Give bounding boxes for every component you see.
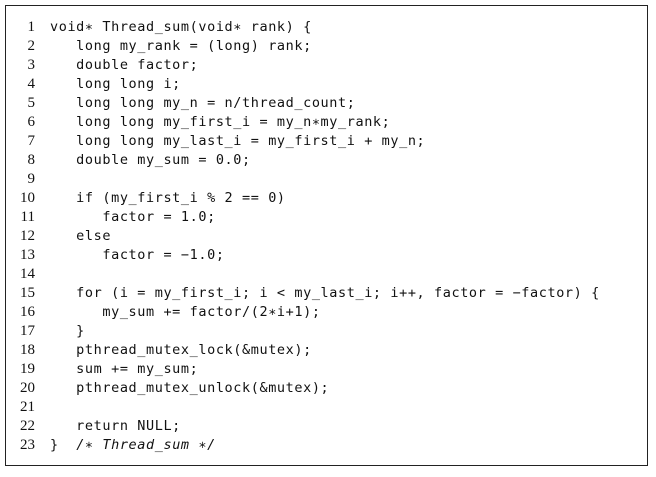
line-number: 8 (27, 152, 36, 168)
line-number: 20 (20, 380, 35, 396)
code-line: 9 (6, 170, 647, 189)
code-text: } /∗ Thread_sum ∗/ (50, 437, 216, 453)
line-number: 9 (27, 171, 36, 187)
line-number: 7 (27, 133, 36, 149)
code-text: factor = −1.0; (50, 247, 225, 263)
line-number: 14 (20, 266, 35, 282)
line-number: 12 (20, 228, 35, 244)
code-text: factor = 1.0; (50, 209, 216, 225)
code-lines: 1 void∗ Thread_sum(void∗ rank) { 2 long m… (6, 18, 647, 455)
code-line: 2 long my_rank = (long) rank; (6, 37, 647, 56)
line-number: 21 (20, 399, 35, 415)
code-text: return NULL; (50, 418, 181, 434)
code-text: long my_rank = (long) rank; (50, 38, 312, 54)
line-number: 15 (20, 285, 35, 301)
line-number: 6 (27, 114, 36, 130)
code-line: 21 (6, 398, 647, 417)
code-line: 8 double my_sum = 0.0; (6, 151, 647, 170)
line-number: 5 (27, 95, 36, 111)
code-listing: 1 void∗ Thread_sum(void∗ rank) { 2 long m… (5, 5, 648, 466)
code-text: sum += my_sum; (50, 361, 199, 377)
code-line: 10 if (my_first_i % 2 == 0) (6, 189, 647, 208)
code-line: 13 factor = −1.0; (6, 246, 647, 265)
code-line: 19 sum += my_sum; (6, 360, 647, 379)
code-text: pthread_mutex_unlock(&mutex); (50, 380, 330, 396)
line-number: 23 (20, 437, 35, 453)
code-line: 5 long long my_n = n/thread_count; (6, 94, 647, 113)
code-line: 17 } (6, 322, 647, 341)
line-number: 4 (27, 76, 36, 92)
code-text: double factor; (50, 57, 199, 73)
line-number: 16 (20, 304, 35, 320)
code-text: double my_sum = 0.0; (50, 152, 251, 168)
code-line: 12 else (6, 227, 647, 246)
code-line: 4 long long i; (6, 75, 647, 94)
code-line: 7 long long my_last_i = my_first_i + my_… (6, 132, 647, 151)
code-text: my_sum += factor/(2∗i+1); (50, 304, 321, 320)
line-number: 19 (20, 361, 35, 377)
line-number: 17 (20, 323, 35, 339)
code-text: void∗ Thread_sum(void∗ rank) { (50, 19, 312, 35)
code-text: else (50, 228, 112, 244)
code-line: 1 void∗ Thread_sum(void∗ rank) { (6, 18, 647, 37)
code-line: 15 for (i = my_first_i; i < my_last_i; i… (6, 284, 647, 303)
code-comment: /∗ Thread_sum ∗/ (76, 437, 216, 453)
code-line: 20 pthread_mutex_unlock(&mutex); (6, 379, 647, 398)
code-text: } (50, 323, 85, 339)
code-text: long long my_first_i = my_n∗my_rank; (50, 114, 391, 130)
code-line: 6 long long my_first_i = my_n∗my_rank; (6, 113, 647, 132)
line-number: 22 (20, 418, 35, 434)
line-number: 3 (27, 57, 36, 73)
code-text: for (i = my_first_i; i < my_last_i; i++,… (50, 285, 600, 301)
code-line: 11 factor = 1.0; (6, 208, 647, 227)
code-text: pthread_mutex_lock(&mutex); (50, 342, 312, 358)
code-text: long long my_n = n/thread_count; (50, 95, 356, 111)
code-line: 18 pthread_mutex_lock(&mutex); (6, 341, 647, 360)
code-text: if (my_first_i % 2 == 0) (50, 190, 286, 206)
code-line: 16 my_sum += factor/(2∗i+1); (6, 303, 647, 322)
line-number: 13 (20, 247, 35, 263)
code-line: 3 double factor; (6, 56, 647, 75)
line-number: 2 (27, 38, 36, 54)
code-line: 14 (6, 265, 647, 284)
line-number: 18 (20, 342, 35, 358)
code-text: long long my_last_i = my_first_i + my_n; (50, 133, 426, 149)
line-number: 11 (20, 209, 35, 225)
code-line: 23 } /∗ Thread_sum ∗/ (6, 436, 647, 455)
code-text: long long i; (50, 76, 181, 92)
code-line: 22 return NULL; (6, 417, 647, 436)
line-number: 10 (20, 190, 35, 206)
line-number: 1 (27, 19, 36, 35)
